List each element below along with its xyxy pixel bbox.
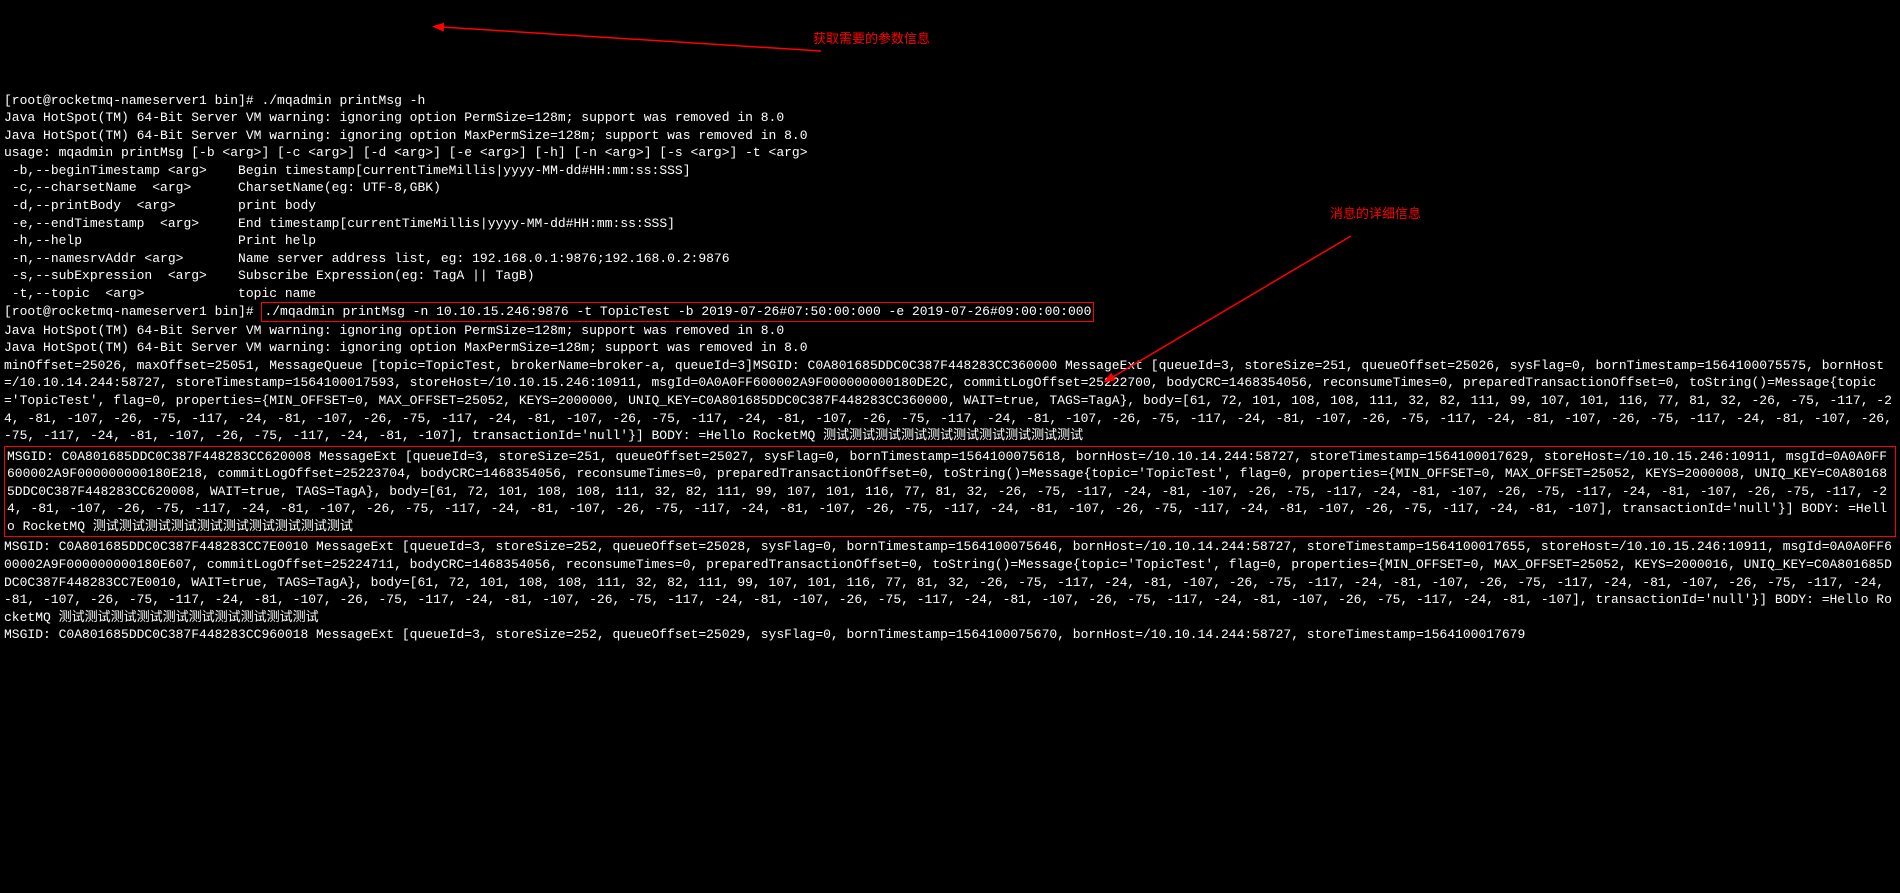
message-output-1: minOffset=25026, maxOffset=25051, Messag… [4, 358, 1900, 443]
shell-prompt-1: [root@rocketmq-nameserver1 bin]# ./mqadm… [4, 93, 425, 108]
option-s: -s,--subExpression <arg> Subscribe Expre… [4, 268, 535, 283]
usage-line: usage: mqadmin printMsg [-b <arg>] [-c <… [4, 145, 808, 160]
message-output-3: MSGID: C0A801685DDC0C387F448283CC7E0010 … [4, 539, 1892, 624]
message-output-2-highlighted: MSGID: C0A801685DDC0C387F448283CC620008 … [4, 446, 1896, 538]
option-c: -c,--charsetName <arg> CharsetName(eg: U… [4, 180, 441, 195]
terminal-output: [root@rocketmq-nameserver1 bin]# ./mqadm… [4, 74, 1896, 644]
option-e: -e,--endTimestamp <arg> End timestamp[cu… [4, 216, 675, 231]
command-2-highlighted[interactable]: ./mqadmin printMsg -n 10.10.15.246:9876 … [261, 302, 1094, 322]
shell-prompt-2: [root@rocketmq-nameserver1 bin]# ./mqadm… [4, 304, 1094, 319]
option-n: -n,--namesrvAddr <arg> Name server addre… [4, 251, 730, 266]
option-h: -h,--help Print help [4, 233, 316, 248]
option-b: -b,--beginTimestamp <arg> Begin timestam… [4, 163, 691, 178]
command-1[interactable]: ./mqadmin printMsg -h [261, 93, 425, 108]
jvm-warning: Java HotSpot(TM) 64-Bit Server VM warnin… [4, 340, 808, 355]
option-t: -t,--topic <arg> topic name [4, 286, 316, 301]
jvm-warning: Java HotSpot(TM) 64-Bit Server VM warnin… [4, 110, 784, 125]
annotation-msgdetail: 消息的详细信息 [1330, 205, 1421, 223]
message-output-4: MSGID: C0A801685DDC0C387F448283CC960018 … [4, 627, 1525, 642]
arrow-to-params [420, 5, 826, 63]
annotation-params: 获取需要的参数信息 [813, 30, 930, 48]
jvm-warning: Java HotSpot(TM) 64-Bit Server VM warnin… [4, 323, 784, 338]
jvm-warning: Java HotSpot(TM) 64-Bit Server VM warnin… [4, 128, 808, 143]
option-d: -d,--printBody <arg> print body [4, 198, 316, 213]
